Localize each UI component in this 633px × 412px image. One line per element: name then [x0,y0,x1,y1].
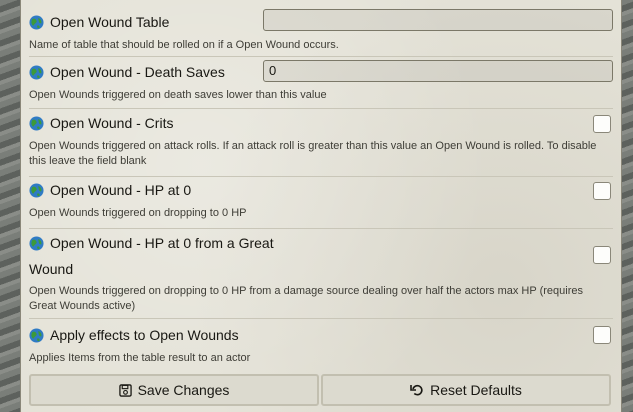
setting-label: Open Wound - HP at 0 [50,182,192,198]
great-wound-checkbox[interactable] [593,246,611,264]
globe-icon [29,64,44,80]
globe-icon [29,115,44,131]
setting-label: Open Wound - Crits [50,115,174,131]
setting-label: Open Wound - Death Saves [50,64,225,80]
globe-icon [29,235,44,251]
setting-label-continued: Wound [29,261,74,277]
globe-icon [29,182,44,198]
setting-hint: Applies Items from the table result to a… [29,352,251,364]
setting-apply-effects: Apply effects to Open Wounds Applies Ite… [29,320,613,368]
crits-checkbox[interactable] [593,115,611,133]
reset-defaults-button[interactable]: Reset Defaults [321,374,611,406]
setting-label: Apply effects to Open Wounds [50,327,239,343]
setting-hint: Open Wounds triggered on death saves low… [29,89,327,101]
hp-at-0-checkbox[interactable] [593,182,611,200]
open-wound-table-input[interactable] [263,9,613,31]
setting-hp-at-0: Open Wound - HP at 0 Open Wounds trigger… [29,178,613,229]
setting-great-wound: Open Wound - HP at 0 from a Great Wound … [29,230,613,319]
globe-icon [29,14,44,30]
setting-hint: Open Wounds triggered on attack rolls. I… [29,140,597,167]
globe-icon [29,327,44,343]
setting-label: Open Wound Table [50,14,170,30]
reset-defaults-label: Reset Defaults [430,382,522,398]
background-left [0,0,20,412]
setting-hint: Name of table that should be rolled on i… [29,39,339,51]
setting-open-wound-table: Open Wound Table Name of table that shou… [29,6,613,57]
setting-hint: Open Wounds triggered on dropping to 0 H… [29,285,583,312]
save-icon [118,383,132,397]
settings-panel: Open Wound Table Name of table that shou… [20,0,622,412]
setting-crits: Open Wound - Crits Open Wounds triggered… [29,110,613,177]
save-changes-label: Save Changes [137,382,230,398]
setting-death-saves: Open Wound - Death Saves 0 Open Wounds t… [29,58,613,109]
save-changes-button[interactable]: Save Changes [29,374,319,406]
undo-icon [410,384,423,396]
death-saves-input[interactable]: 0 [263,60,613,82]
setting-label: Open Wound - HP at 0 from a Great [50,235,274,251]
apply-effects-checkbox[interactable] [593,326,611,344]
setting-hint: Open Wounds triggered on dropping to 0 H… [29,207,247,219]
